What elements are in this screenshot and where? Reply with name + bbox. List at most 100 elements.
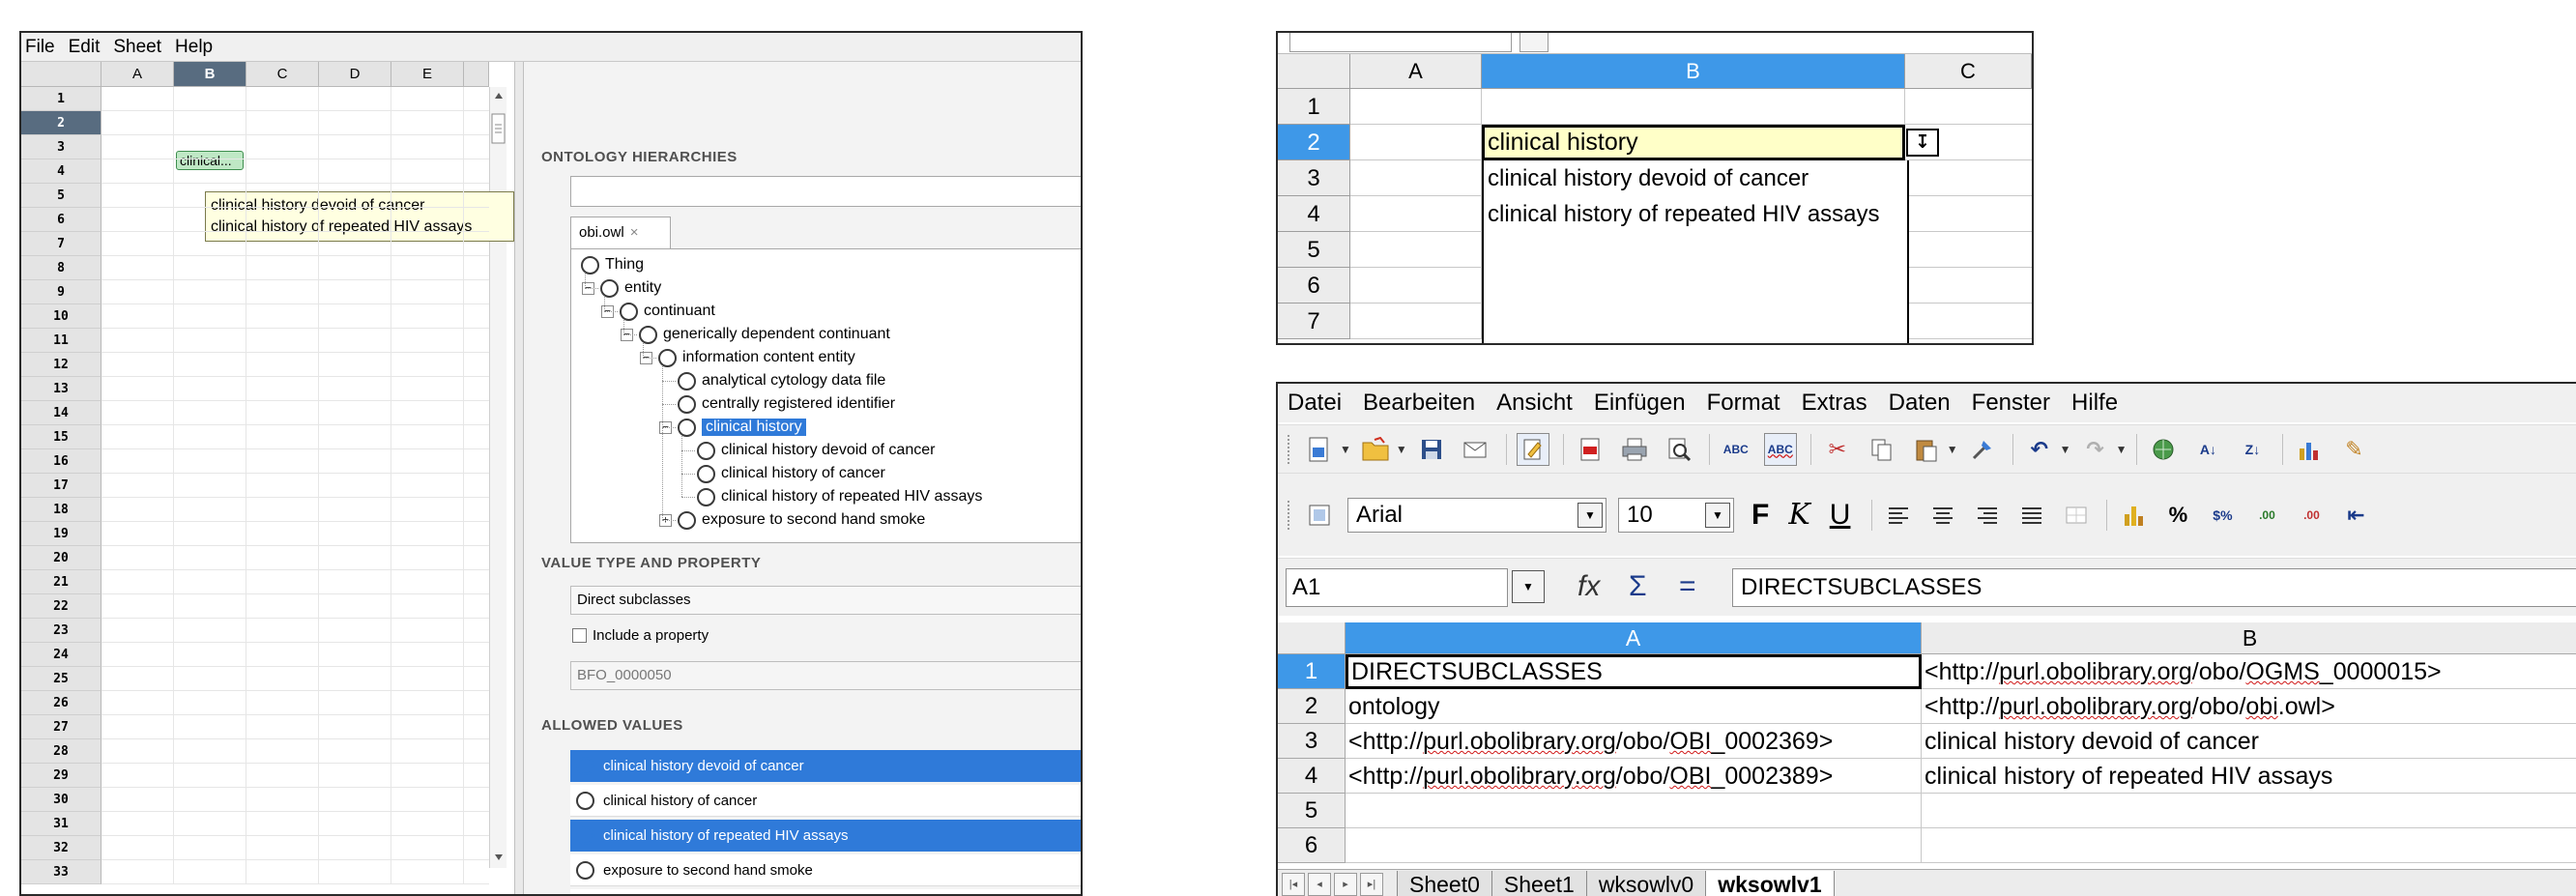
align-right-icon[interactable] — [1971, 499, 2004, 532]
spellcheck-icon[interactable]: ABC — [1720, 433, 1752, 466]
tree-node[interactable]: + exposure to second hand smoke — [659, 508, 925, 532]
chevron-down-icon[interactable]: ▼ — [2116, 443, 2127, 456]
menu-bearbeiten[interactable]: Bearbeiten — [1363, 390, 1475, 417]
row-header[interactable]: 5 — [1278, 794, 1346, 828]
include-property-checkbox[interactable]: Include a property — [572, 627, 709, 644]
col-header-b[interactable]: B — [174, 62, 246, 87]
hyperlink-icon[interactable] — [2147, 433, 2180, 466]
row-header[interactable]: 32 — [21, 836, 101, 860]
allowed-value-item[interactable]: clinical history devoid of cancer — [570, 750, 1081, 782]
allowed-value-item[interactable]: clinical history of repeated HIV assays — [570, 820, 1081, 852]
undo-icon[interactable]: ↶ — [2023, 433, 2056, 466]
row-header[interactable]: 20 — [21, 546, 101, 570]
dropdown-option[interactable]: clinical history of repeated HIV assays — [1484, 196, 1907, 232]
align-center-icon[interactable] — [1926, 499, 1959, 532]
formula-input[interactable]: DIRECTSUBCLASSES — [1732, 568, 2576, 607]
menu-datei[interactable]: Datei — [1288, 390, 1342, 417]
currency-format-icon[interactable] — [2117, 499, 2150, 532]
row-header[interactable]: 28 — [21, 739, 101, 764]
chevron-down-icon[interactable]: ▼ — [1396, 443, 1407, 456]
bold-button[interactable]: F — [1751, 499, 1769, 532]
function-wizard-icon[interactable]: fx — [1577, 570, 1600, 603]
row-header[interactable]: 15 — [21, 425, 101, 449]
chart-icon[interactable] — [2293, 433, 2326, 466]
row-header[interactable]: 7 — [1278, 303, 1350, 339]
col-header-a[interactable]: A — [1350, 54, 1482, 89]
row-header[interactable]: 33 — [21, 860, 101, 884]
row-header[interactable]: 7 — [21, 232, 101, 256]
col-header-c[interactable]: C — [246, 62, 319, 87]
cell-b2-value[interactable]: clinical... — [176, 151, 244, 170]
allowed-value-item[interactable]: exposure to second hand smoke — [570, 854, 1081, 886]
dropdown-option[interactable]: clinical history devoid of cancer — [1484, 160, 1907, 196]
row-header[interactable]: 18 — [21, 498, 101, 522]
standard-format-icon[interactable]: $% — [2206, 499, 2239, 532]
row-header[interactable]: 2 — [21, 111, 101, 135]
ontology-search-input[interactable] — [570, 176, 1081, 207]
justify-icon[interactable] — [2015, 499, 2048, 532]
sort-descending-icon[interactable]: Z↓ — [2236, 433, 2269, 466]
font-name-select[interactable]: Arial ▼ — [1347, 497, 1606, 533]
cell-a[interactable]: DIRECTSUBCLASSES — [1346, 654, 1922, 689]
sheet-tab-wksowlv1[interactable]: wksowlv1 — [1705, 870, 1835, 896]
checkbox-box[interactable] — [572, 628, 587, 643]
value-type-select[interactable]: Direct subclasses — [570, 586, 1081, 615]
row-header[interactable]: 5 — [1278, 232, 1350, 268]
row-header[interactable]: 12 — [21, 353, 101, 377]
tree-node[interactable]: − continuant — [601, 300, 715, 323]
sum-icon[interactable]: Σ — [1629, 570, 1647, 603]
row-header[interactable]: 4 — [1278, 759, 1346, 794]
row-header[interactable]: 30 — [21, 788, 101, 812]
sheet-tab-sheet1[interactable]: Sheet1 — [1491, 870, 1587, 896]
property-field[interactable]: BFO_0000050 — [570, 661, 1081, 690]
row-header[interactable]: 24 — [21, 643, 101, 667]
clone-formatting-icon[interactable] — [1966, 433, 1999, 466]
export-pdf-icon[interactable] — [1574, 433, 1606, 466]
close-icon[interactable]: × — [630, 224, 639, 241]
menu-ansicht[interactable]: Ansicht — [1496, 390, 1573, 417]
row-header[interactable]: 2 — [1278, 125, 1350, 160]
menu-help[interactable]: Help — [175, 37, 213, 58]
row-header[interactable]: 1 — [1278, 654, 1346, 689]
first-sheet-icon[interactable]: |◂ — [1282, 872, 1305, 896]
row-header[interactable]: 19 — [21, 522, 101, 546]
tree-node[interactable]: − information content entity — [640, 346, 855, 369]
tree-node[interactable]: Thing — [581, 253, 644, 276]
redo-icon[interactable]: ↷ — [2079, 433, 2112, 466]
row-header[interactable]: 6 — [1278, 828, 1346, 863]
row-header[interactable]: 6 — [1278, 268, 1350, 303]
col-header-b[interactable]: B — [1922, 622, 2576, 654]
styles-icon[interactable] — [1303, 499, 1336, 532]
cut-icon[interactable]: ✂ — [1821, 433, 1854, 466]
row-header[interactable]: 1 — [21, 87, 101, 111]
tree-node[interactable]: − generically dependent continuant — [621, 323, 890, 346]
cell-a[interactable] — [1346, 828, 1922, 863]
tree-node[interactable]: centrally registered identifier — [678, 392, 895, 416]
row-header[interactable]: 13 — [21, 377, 101, 401]
cell-b[interactable] — [1922, 828, 2576, 863]
page-preview-icon[interactable] — [1663, 433, 1695, 466]
menu-einfuegen[interactable]: Einfügen — [1594, 390, 1686, 417]
col-header-a[interactable]: A — [101, 62, 174, 87]
align-left-icon[interactable] — [1882, 499, 1915, 532]
cell-b[interactable]: <http://purl.obolibrary.org/obo/OGMS_000… — [1922, 654, 2576, 689]
pane-splitter[interactable] — [514, 62, 524, 894]
active-cell-b2[interactable]: clinical history — [1482, 125, 1905, 160]
row-header[interactable]: 1 — [1278, 89, 1350, 125]
cell-a[interactable] — [1346, 794, 1922, 828]
cell-a[interactable]: <http://purl.obolibrary.org/obo/OBI_0002… — [1346, 724, 1922, 759]
decrease-indent-icon[interactable]: ⇤ — [2339, 499, 2372, 532]
prev-sheet-icon[interactable]: ◂ — [1308, 872, 1331, 896]
menu-sheet[interactable]: Sheet — [113, 37, 161, 58]
col-header-e[interactable]: E — [391, 62, 464, 87]
row-header[interactable]: 3 — [21, 135, 101, 159]
cell-a[interactable]: ontology — [1346, 689, 1922, 724]
tree-node[interactable]: analytical cytology data file — [678, 369, 885, 392]
allowed-value-item[interactable]: family clinical history of cancer — [570, 889, 1081, 894]
row-header[interactable]: 11 — [21, 329, 101, 353]
sheet-tab-wksowlv0[interactable]: wksowlv0 — [1585, 870, 1707, 896]
paste-icon[interactable] — [1910, 433, 1943, 466]
sheet-tab-sheet0[interactable]: Sheet0 — [1397, 870, 1492, 896]
new-document-icon[interactable] — [1303, 433, 1336, 466]
underline-button[interactable]: U — [1830, 499, 1851, 532]
